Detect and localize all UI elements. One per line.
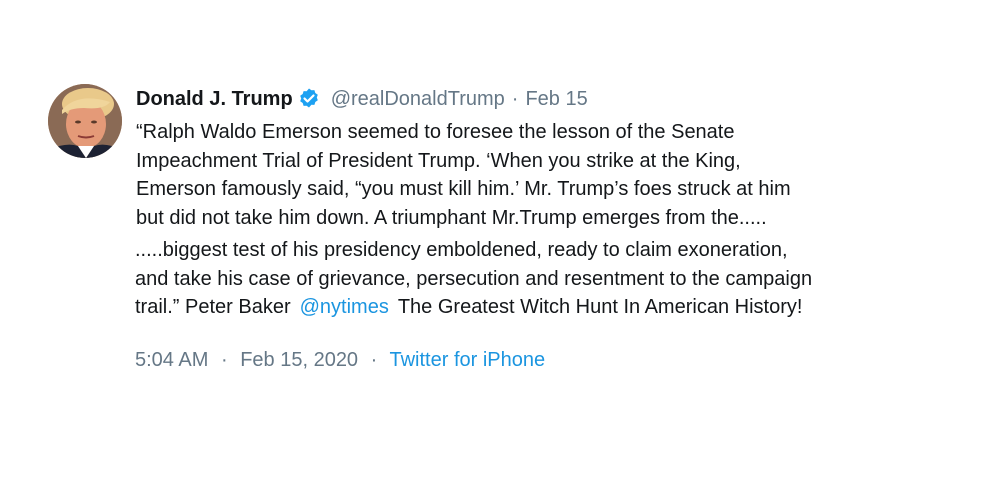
tweet-full-date[interactable]: Feb 15, 2020: [240, 349, 358, 371]
tweet-text-segment: trail.” Peter Baker: [135, 296, 291, 318]
author-handle[interactable]: @realDonaldTrump: [331, 84, 505, 114]
author-name[interactable]: Donald J. Trump: [136, 84, 293, 114]
tweet-text-paragraph: “Ralph Waldo Emerson seemed to foresee t…: [136, 121, 791, 229]
tweet-source-link[interactable]: Twitter for iPhone: [390, 349, 546, 371]
avatar[interactable]: [48, 84, 122, 158]
tweet-header: Donald J. Trump @realDonaldTrump · Feb 1…: [136, 84, 936, 114]
tweet-text-part1: “Ralph Waldo Emerson seemed to foresee t…: [136, 118, 896, 232]
tweet-date[interactable]: Feb 15: [525, 84, 587, 114]
tweet-text-part2: .....biggest test of his presidency embo…: [135, 236, 915, 322]
separator: ·: [511, 88, 519, 110]
verified-badge-icon: [297, 87, 321, 111]
tweet-content: Donald J. Trump @realDonaldTrump · Feb 1…: [135, 84, 936, 371]
tweet-text-segment: The Greatest Witch Hunt In American Hist…: [397, 296, 803, 318]
separator: ·: [220, 349, 228, 371]
separator: ·: [370, 349, 378, 371]
tweet-text-line: .....biggest test of his presidency embo…: [135, 239, 788, 261]
tweet-text-line: trail.” Peter Baker @nytimes The Greatest …: [135, 293, 915, 322]
tweet-time[interactable]: 5:04 AM: [135, 349, 208, 371]
tweet-metadata: 5:04 AM · Feb 15, 2020 · Twitter for iPh…: [135, 346, 545, 374]
mention-link[interactable]: @nytimes: [300, 296, 389, 318]
tweet-text-line: and take his case of grievance, persecut…: [135, 267, 813, 290]
